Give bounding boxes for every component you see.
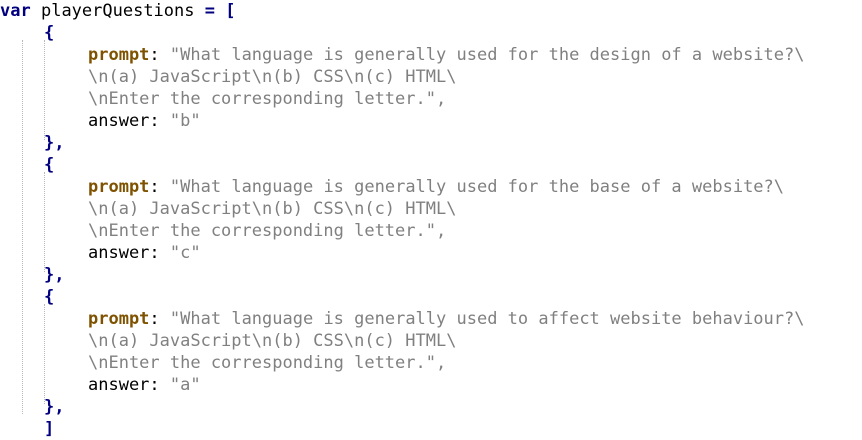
colon: : (149, 243, 160, 263)
code-line-open-brace: { (44, 22, 54, 44)
var-keyword: var (0, 1, 31, 21)
variable-name: playerQuestions (40, 1, 195, 21)
code-line-close-brace: }, (44, 132, 64, 154)
prompt-string: \nEnter the corresponding letter.", (88, 89, 447, 109)
code-line-prompt-cont: \nEnter the corresponding letter.", (88, 352, 446, 374)
close-brace: }, (44, 133, 65, 153)
code-line-answer: answer: "b" (88, 110, 201, 132)
prompt-string: \nEnter the corresponding letter.", (88, 353, 447, 373)
code-line-prompt-cont: \n(a) JavaScript\n(b) CSS\n(c) HTML\ (88, 198, 456, 220)
prompt-key: prompt (88, 45, 150, 65)
prompt-key: prompt (88, 309, 150, 329)
colon: : (149, 177, 160, 197)
indent-guide (22, 40, 23, 414)
close-brace: }, (44, 397, 65, 417)
prompt-string: "What language is generally used for the… (169, 45, 805, 65)
indent-guide (44, 304, 45, 404)
answer-string: "a" (169, 375, 201, 395)
open-brace: { (44, 287, 55, 307)
answer-string: "b" (169, 111, 201, 131)
code-line-prompt-cont: \n(a) JavaScript\n(b) CSS\n(c) HTML\ (88, 330, 456, 352)
answer-key: answer (88, 111, 150, 131)
code-line-answer: answer: "c" (88, 242, 201, 264)
code-line-close-bracket: ] (44, 418, 54, 440)
code-line-close-brace: }, (44, 264, 64, 286)
code-line-answer: answer: "a" (88, 374, 201, 396)
colon: : (149, 45, 160, 65)
code-line-prompt-cont: \n(a) JavaScript\n(b) CSS\n(c) HTML\ (88, 66, 456, 88)
answer-string: "c" (169, 243, 201, 263)
prompt-key: prompt (88, 177, 150, 197)
colon: : (149, 111, 160, 131)
colon: : (149, 375, 160, 395)
colon: : (149, 309, 160, 329)
code-line-open-brace: { (44, 286, 54, 308)
code-line-prompt: prompt: "What language is generally used… (88, 44, 804, 66)
code-line-open-brace: { (44, 154, 54, 176)
code-line-prompt-cont: \nEnter the corresponding letter.", (88, 220, 446, 242)
prompt-string: \n(a) JavaScript\n(b) CSS\n(c) HTML\ (88, 199, 457, 219)
code-line-prompt-cont: \nEnter the corresponding letter.", (88, 88, 446, 110)
prompt-string: "What language is generally used to affe… (169, 309, 805, 329)
prompt-string: \nEnter the corresponding letter.", (88, 221, 447, 241)
answer-key: answer (88, 243, 150, 263)
prompt-string: \n(a) JavaScript\n(b) CSS\n(c) HTML\ (88, 331, 457, 351)
close-brace: }, (44, 265, 65, 285)
prompt-string: "What language is generally used for the… (169, 177, 785, 197)
code-line-prompt: prompt: "What language is generally used… (88, 308, 804, 330)
code-line-close-brace: }, (44, 396, 64, 418)
assign-operator: = (204, 1, 215, 21)
code-editor[interactable]: var playerQuestions = [ { prompt: "What … (0, 0, 862, 440)
indent-guide (44, 172, 45, 272)
close-bracket: ] (44, 419, 55, 439)
answer-key: answer (88, 375, 150, 395)
code-line-declaration: var playerQuestions = [ (0, 0, 236, 22)
open-brace: { (44, 155, 55, 175)
open-bracket: [ (225, 1, 236, 21)
open-brace: { (44, 23, 55, 43)
prompt-string: \n(a) JavaScript\n(b) CSS\n(c) HTML\ (88, 67, 457, 87)
indent-guide (44, 40, 45, 140)
code-line-prompt: prompt: "What language is generally used… (88, 176, 784, 198)
